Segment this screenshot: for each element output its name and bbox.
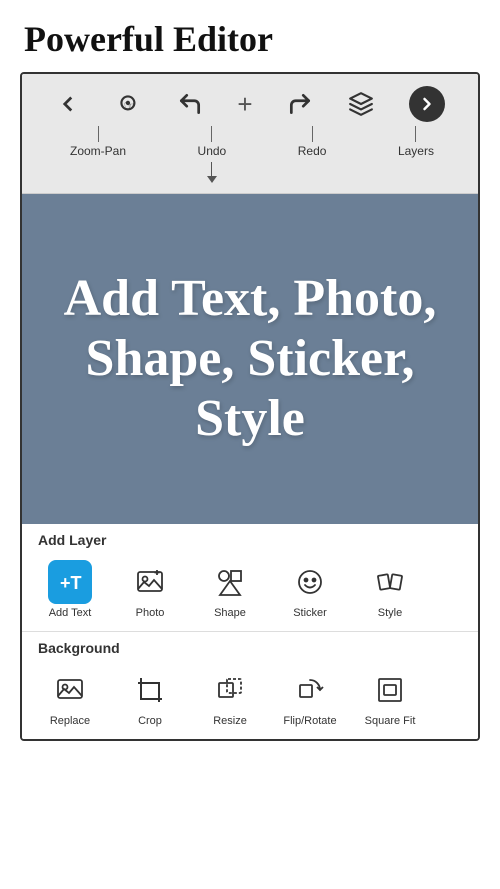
square-fit-label: Square Fit (365, 715, 416, 727)
layers-label: Layers (398, 144, 434, 158)
page-title: Powerful Editor (0, 0, 500, 72)
add-layer-header: Add Layer (22, 524, 478, 552)
add-layer-section: Add Layer +T Add Text (22, 524, 478, 631)
add-text-label: Add Text (49, 607, 92, 619)
canvas-area: Add Text, Photo, Shape, Sticker, Style (22, 194, 478, 524)
replace-tool[interactable]: Replace (30, 664, 110, 731)
zoom-pan-label: Zoom-Pan (70, 144, 126, 158)
resize-tool[interactable]: Resize (190, 664, 270, 731)
undo-label: Undo (198, 144, 227, 158)
undo-icon[interactable] (177, 91, 203, 117)
editor-frame: ☞ + (20, 72, 480, 741)
svg-text:☞: ☞ (124, 98, 135, 112)
crop-label: Crop (138, 715, 162, 727)
flip-rotate-tool[interactable]: Flip/Rotate (270, 664, 350, 731)
canvas-text: Add Text, Photo, Shape, Sticker, Style (22, 269, 478, 448)
redo-label: Redo (298, 144, 327, 158)
sticker-label: Sticker (293, 607, 327, 619)
replace-label: Replace (50, 715, 90, 727)
toolbar: ☞ + (22, 74, 478, 194)
photo-tool[interactable]: Photo (110, 556, 190, 623)
resize-label: Resize (213, 715, 247, 727)
svg-text:+T: +T (60, 573, 82, 593)
bottom-panel: Add Layer +T Add Text (22, 524, 478, 739)
add-text-tool[interactable]: +T Add Text (30, 556, 110, 623)
style-label: Style (378, 607, 402, 619)
background-header: Background (22, 632, 478, 660)
flip-rotate-label: Flip/Rotate (283, 715, 336, 727)
sticker-tool[interactable]: Sticker (270, 556, 350, 623)
back-icon[interactable] (55, 91, 81, 117)
redo-icon[interactable] (287, 91, 313, 117)
shape-tool[interactable]: Shape (190, 556, 270, 623)
shape-label: Shape (214, 607, 246, 619)
layers-icon[interactable] (348, 91, 374, 117)
square-fit-tool[interactable]: Square Fit (350, 664, 430, 731)
crop-tool[interactable]: Crop (110, 664, 190, 731)
next-icon[interactable] (409, 86, 445, 122)
background-section: Background Replace (22, 632, 478, 739)
style-tool[interactable]: Style (350, 556, 430, 623)
photo-label: Photo (136, 607, 165, 619)
zoom-pan-icon[interactable]: ☞ (116, 91, 142, 117)
add-icon[interactable]: + (237, 89, 252, 120)
